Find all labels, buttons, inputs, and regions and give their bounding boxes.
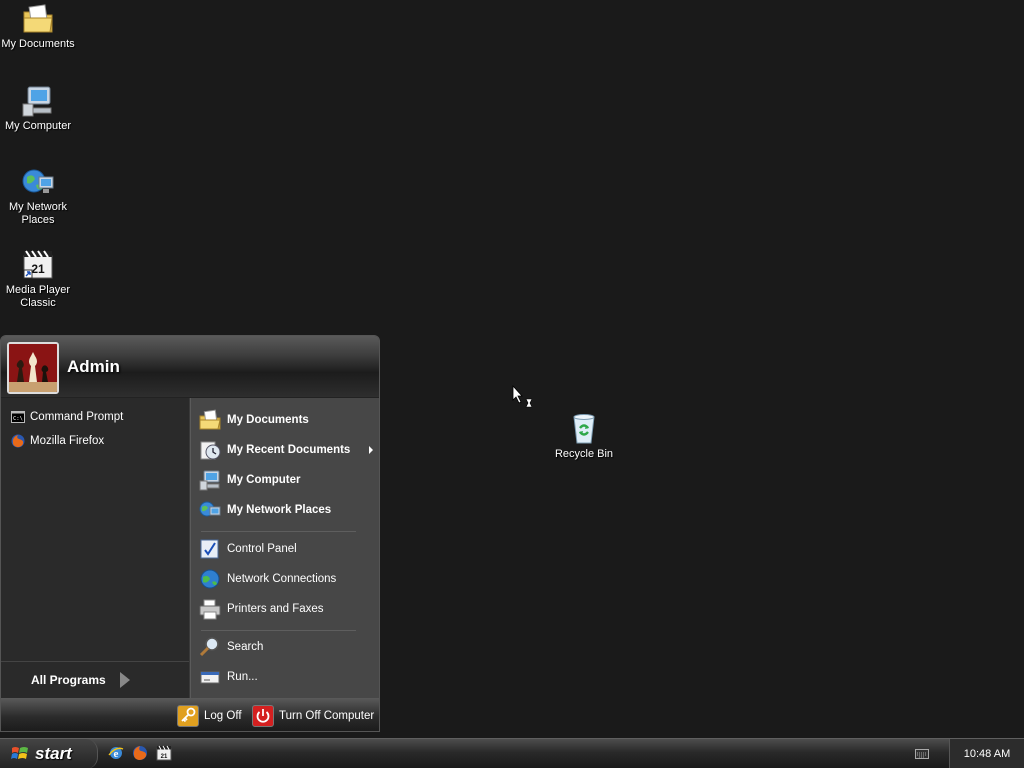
places-item-my-computer[interactable]: My Computer: [199, 467, 377, 493]
desktop-icon-label: My Computer: [4, 120, 72, 132]
places-item-label: My Recent Documents: [227, 444, 351, 456]
log-off-label: Log Off: [204, 710, 242, 722]
network-places-icon: [21, 165, 55, 199]
settings-item-label: Printers and Faxes: [227, 603, 324, 615]
places-item-my-documents[interactable]: My Documents: [199, 407, 377, 433]
desktop-icon-recycle-bin[interactable]: Recycle Bin: [546, 412, 622, 461]
settings-item-label: Network Connections: [227, 573, 337, 585]
start-button[interactable]: start: [0, 739, 98, 768]
pinned-item-label: Command Prompt: [30, 411, 124, 423]
start-menu-footer: Log Off Turn Off Computer: [1, 698, 379, 731]
search-icon: [199, 636, 221, 658]
recent-documents-icon: [199, 439, 221, 461]
svg-text:C:\: C:\: [13, 416, 23, 422]
media-player-classic-icon: 21: [21, 248, 55, 282]
log-off-button[interactable]: Log Off: [177, 704, 242, 728]
start-menu: Admin C:\ Command Prompt Mozilla Firefox…: [0, 335, 380, 732]
tools-item-run[interactable]: Run...: [199, 664, 377, 690]
svg-text:21: 21: [31, 262, 45, 276]
printer-icon: [199, 598, 221, 620]
tools-item-label: Search: [227, 641, 264, 653]
turn-off-computer-button[interactable]: Turn Off Computer: [252, 704, 374, 728]
my-computer-icon: [21, 84, 55, 118]
power-icon: [252, 705, 274, 727]
settings-item-control-panel[interactable]: Control Panel: [199, 536, 377, 562]
settings-item-printers-and-faxes[interactable]: Printers and Faxes: [199, 596, 377, 622]
menu-separator: [201, 630, 356, 631]
pinned-item-label: Mozilla Firefox: [30, 435, 105, 447]
media-player-classic-icon[interactable]: 21: [156, 745, 172, 761]
settings-item-label: Control Panel: [227, 543, 297, 555]
desktop-icon-my-computer[interactable]: My Computer: [0, 84, 76, 133]
user-avatar[interactable]: [7, 342, 59, 394]
firefox-icon[interactable]: [132, 745, 148, 761]
keyboard-icon[interactable]: [915, 749, 929, 759]
all-programs-label: All Programs: [31, 672, 106, 687]
firefox-icon: [11, 434, 25, 448]
my-computer-icon: [199, 469, 221, 491]
network-connections-icon: [199, 568, 221, 590]
pinned-item-command-prompt[interactable]: C:\ Command Prompt: [11, 407, 123, 427]
tools-item-search[interactable]: Search: [199, 634, 377, 660]
network-places-icon: [199, 499, 221, 521]
desktop-icon-media-player-classic[interactable]: 21 Media Player Classic: [0, 248, 76, 310]
desktop-icon-label: My Documents: [1, 38, 75, 50]
command-prompt-icon: C:\: [11, 410, 25, 424]
desktop-icon-my-documents[interactable]: My Documents: [0, 2, 76, 51]
start-label: start: [35, 744, 72, 763]
places-item-my-network-places[interactable]: My Network Places: [199, 497, 377, 523]
desktop-icon-my-network-places[interactable]: My Network Places: [0, 165, 76, 227]
places-item-label: My Computer: [227, 474, 301, 486]
places-item-label: My Documents: [227, 414, 309, 426]
desktop-icon-label: Media Player Classic: [5, 284, 71, 309]
places-item-label: My Network Places: [227, 504, 332, 516]
start-menu-places-column: My Documents My Recent Documents My Comp…: [190, 398, 379, 698]
tools-item-label: Run...: [227, 671, 258, 683]
menu-separator: [201, 531, 356, 532]
my-documents-icon: [21, 2, 55, 36]
all-programs-button[interactable]: All Programs: [1, 661, 189, 697]
svg-text:21: 21: [161, 754, 168, 760]
start-menu-header: Admin: [1, 336, 379, 398]
places-item-my-recent-documents[interactable]: My Recent Documents: [199, 437, 377, 463]
my-documents-icon: [199, 409, 221, 431]
settings-item-network-connections[interactable]: Network Connections: [199, 566, 377, 592]
recycle-bin-icon: [567, 412, 601, 446]
desktop-icon-label: Recycle Bin: [554, 448, 614, 460]
key-icon: [177, 705, 199, 727]
control-panel-icon: [199, 538, 221, 560]
taskbar: start e 21 10:48 AM: [0, 738, 1024, 768]
mouse-cursor-icon: [512, 384, 533, 411]
desktop-icon-label: My Network Places: [8, 201, 68, 226]
internet-explorer-icon[interactable]: e: [108, 745, 124, 761]
username: Admin: [67, 357, 120, 376]
clock[interactable]: 10:48 AM: [964, 748, 1010, 760]
windows-logo-icon: [11, 745, 29, 763]
system-tray: 10:48 AM: [949, 739, 1024, 768]
arrow-right-icon: [119, 671, 130, 688]
run-icon: [199, 666, 221, 688]
turn-off-label: Turn Off Computer: [279, 710, 375, 722]
start-menu-pinned-column: C:\ Command Prompt Mozilla Firefox All P…: [1, 398, 189, 698]
submenu-arrow-icon: [369, 446, 373, 454]
pinned-item-firefox[interactable]: Mozilla Firefox: [11, 431, 104, 451]
